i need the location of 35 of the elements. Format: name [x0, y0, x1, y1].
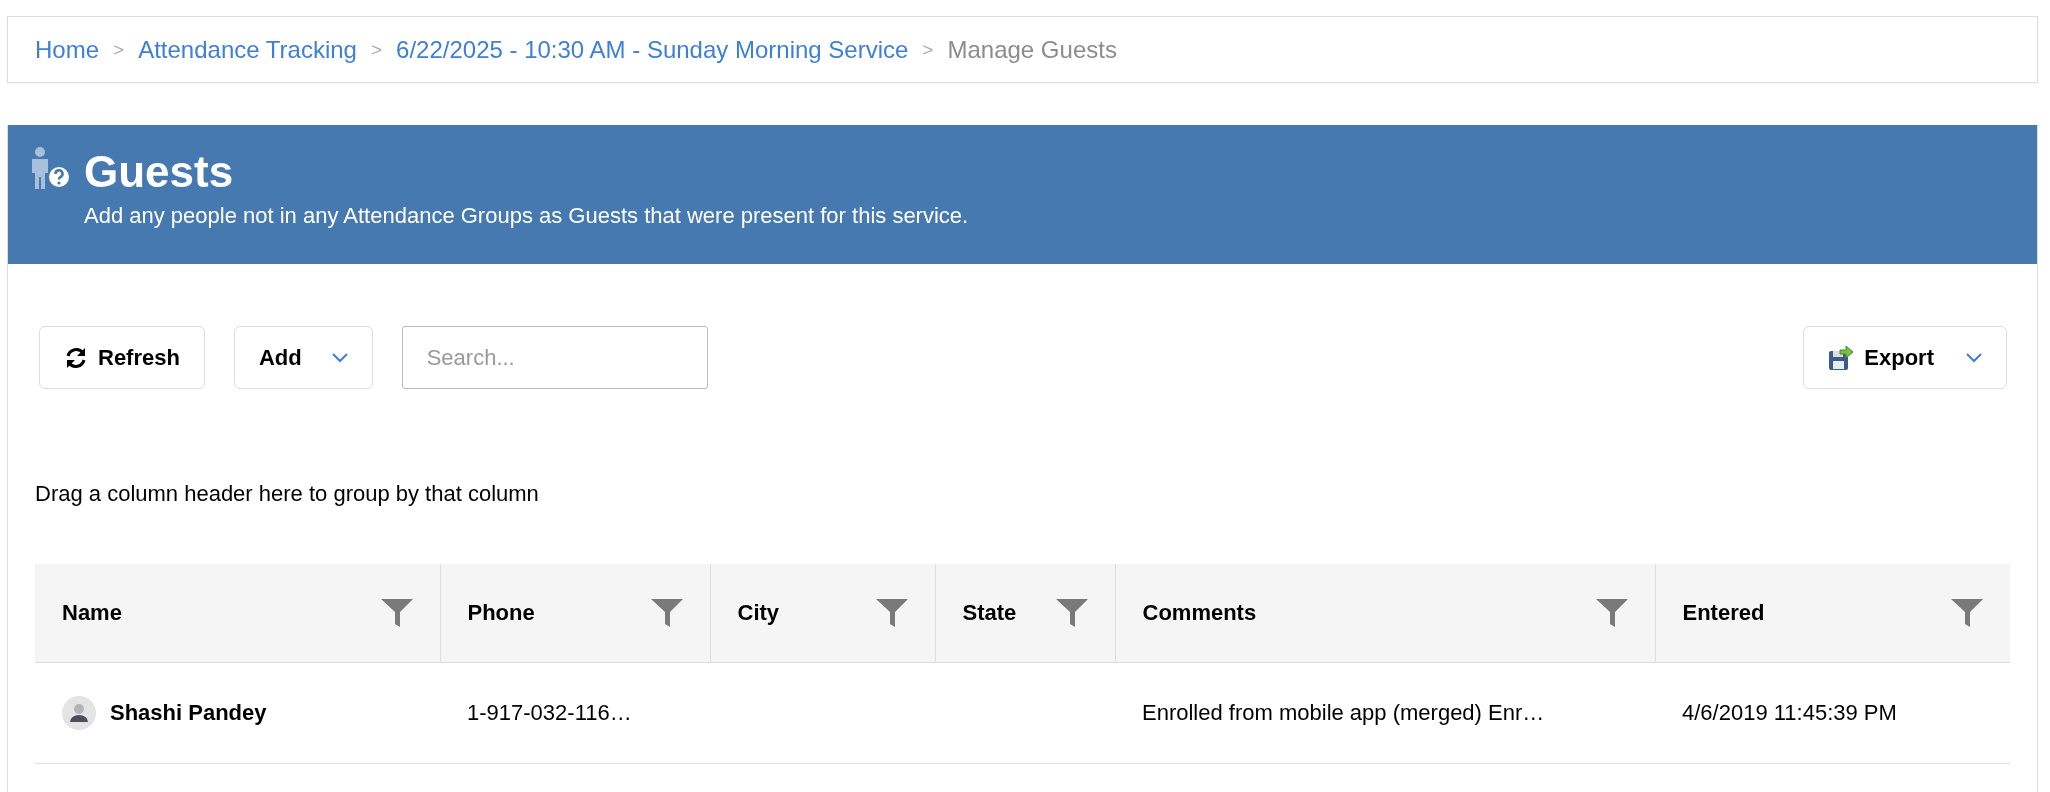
- floppy-disk-arrow-icon: [1828, 344, 1855, 371]
- column-header[interactable]: State: [962, 599, 1017, 626]
- refresh-button[interactable]: Refresh: [39, 326, 205, 389]
- table-cell: 1-917-032-116…: [467, 699, 632, 725]
- chevron-down-icon: [1966, 352, 1982, 363]
- breadcrumb-link[interactable]: 6/22/2025 - 10:30 AM - Sunday Morning Service: [396, 35, 909, 64]
- column-header[interactable]: Name: [62, 599, 122, 626]
- filter-icon[interactable]: [650, 596, 683, 629]
- avatar-icon: [62, 695, 96, 730]
- filter-icon[interactable]: [1055, 596, 1088, 629]
- guest-name[interactable]: Shashi Pandey: [110, 699, 267, 726]
- add-dropdown-button[interactable]: Add: [233, 326, 373, 389]
- page-title: Guests: [84, 147, 235, 197]
- column-header[interactable]: Comments: [1142, 599, 1257, 626]
- table-cell: 4/6/2019 11:45:39 PM: [1682, 699, 1897, 725]
- table-cell: Enrolled from mobile app (merged) Enr…: [1142, 699, 1545, 725]
- filter-icon[interactable]: [1951, 596, 1983, 629]
- column-header[interactable]: Phone: [467, 599, 535, 626]
- group-by-hint: Drag a column header here to group by that column: [35, 481, 539, 507]
- filter-icon[interactable]: [875, 596, 908, 629]
- filter-icon[interactable]: [380, 596, 413, 629]
- breadcrumb-separator: >: [113, 38, 125, 61]
- filter-icon[interactable]: [1595, 596, 1628, 629]
- refresh-icon: [64, 345, 88, 370]
- column-header[interactable]: City: [737, 599, 780, 626]
- breadcrumb-link[interactable]: Attendance Tracking: [138, 35, 357, 64]
- breadcrumb-separator: >: [922, 38, 934, 61]
- page-subtitle: Add any people not in any Attendance Groups as Guests that were present for this service.: [84, 203, 969, 229]
- chevron-down-icon: [331, 352, 348, 363]
- column-header[interactable]: Entered: [1682, 599, 1765, 626]
- export-dropdown-button[interactable]: Export: [1803, 326, 2007, 389]
- search-field[interactable]: Search...: [401, 326, 708, 389]
- breadcrumb-link[interactable]: Home: [35, 35, 100, 64]
- breadcrumb-separator: >: [370, 38, 383, 61]
- breadcrumb-current: Manage Guests: [947, 35, 1117, 64]
